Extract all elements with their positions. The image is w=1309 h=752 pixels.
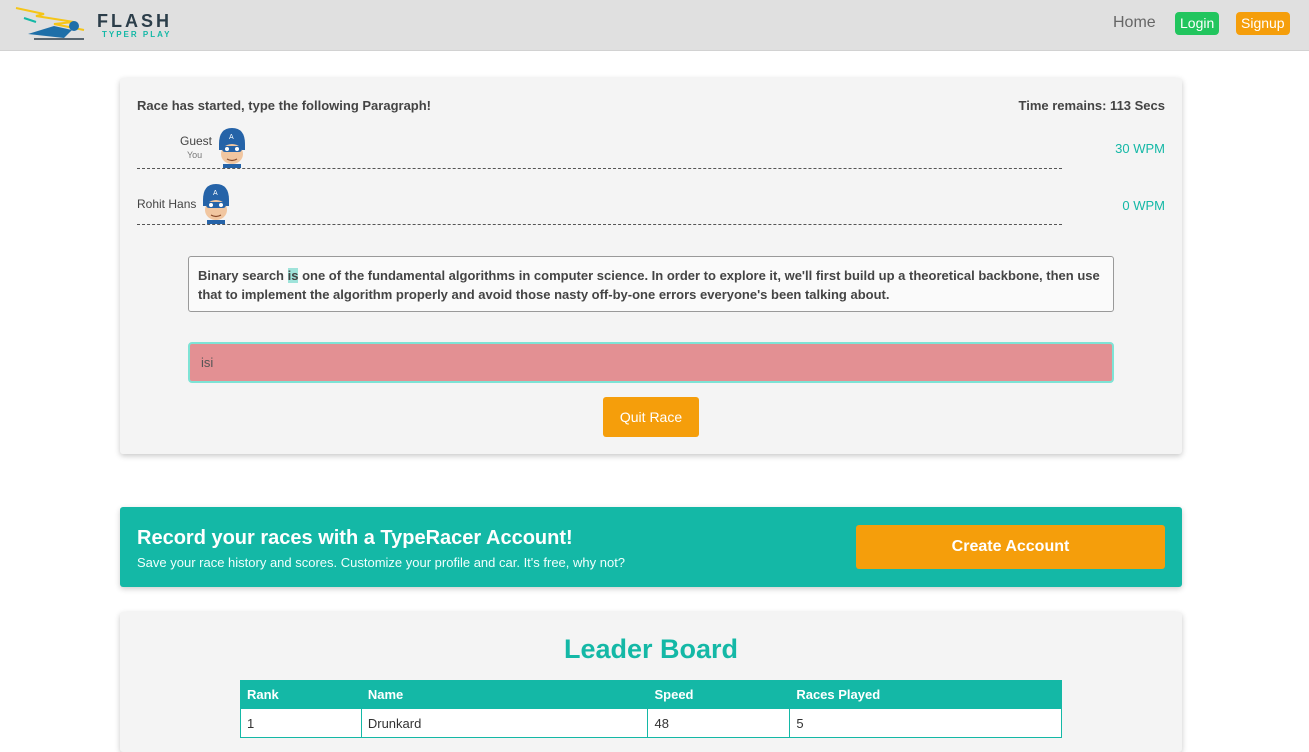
player-name: Guest: [180, 134, 213, 148]
logo-title: FLASH: [97, 11, 172, 31]
cell-races-played: 5: [789, 708, 1062, 738]
table-header-row: Rank Name Speed Races Played: [240, 680, 1062, 709]
signup-banner: Record your races with a TypeRacer Accou…: [120, 507, 1182, 587]
race-track: [137, 168, 1062, 169]
cell-rank: 1: [240, 708, 362, 738]
create-account-button[interactable]: Create Account: [856, 525, 1165, 569]
race-card: Race has started, type the following Par…: [120, 78, 1182, 454]
column-header-rank: Rank: [240, 680, 362, 709]
paragraph-current-word: is: [287, 268, 299, 283]
cell-speed: 48: [647, 708, 791, 738]
signup-button[interactable]: Signup: [1236, 12, 1290, 35]
time-remaining: Time remains: 113 Secs: [1018, 98, 1165, 113]
navbar: FLASH TYPER PLAY Home Login Signup: [0, 0, 1309, 51]
column-header-races-played: Races Played: [789, 680, 1062, 709]
player-avatar-icon: A: [219, 128, 245, 168]
flash-runner-logo-icon: [15, 7, 85, 40]
logo-subtitle: TYPER PLAY: [102, 30, 172, 39]
race-status: Race has started, type the following Par…: [137, 98, 432, 113]
paragraph-typed: Binary search: [198, 268, 288, 283]
paragraph-remaining: one of the fundamental algorithms in com…: [198, 268, 1100, 302]
column-header-speed: Speed: [647, 680, 791, 709]
banner-subtitle: Save your race history and scores. Custo…: [137, 555, 626, 570]
opponent-wpm: 0 WPM: [1122, 198, 1165, 213]
leaderboard-title: Leader Board: [563, 634, 739, 664]
quit-race-button[interactable]: Quit Race: [603, 397, 699, 437]
banner-title: Record your races with a TypeRacer Accou…: [137, 527, 573, 549]
race-paragraph: Binary search is one of the fundamental …: [188, 256, 1114, 312]
player-wpm: 30 WPM: [1115, 141, 1165, 156]
table-row: 1 Drunkard 48 5: [240, 708, 1062, 738]
opponent-name: Rohit Hans: [137, 197, 197, 211]
race-track: [137, 224, 1062, 225]
svg-text:A: A: [229, 134, 234, 141]
login-button[interactable]: Login: [1175, 12, 1220, 35]
logo[interactable]: FLASH TYPER PLAY: [14, 4, 179, 44]
leaderboard-card: Leader Board Rank Name Speed Races Playe…: [120, 612, 1182, 752]
player-you-label: You: [187, 150, 203, 160]
typing-input[interactable]: isi: [188, 342, 1114, 383]
column-header-name: Name: [360, 680, 649, 709]
opponent-avatar-icon: A: [203, 184, 229, 224]
svg-text:A: A: [213, 190, 218, 197]
cell-name: Drunkard: [360, 708, 649, 738]
nav-home-link[interactable]: Home: [1113, 14, 1156, 32]
leaderboard-table: Rank Name Speed Races Played 1 Drunkard …: [240, 680, 1062, 738]
